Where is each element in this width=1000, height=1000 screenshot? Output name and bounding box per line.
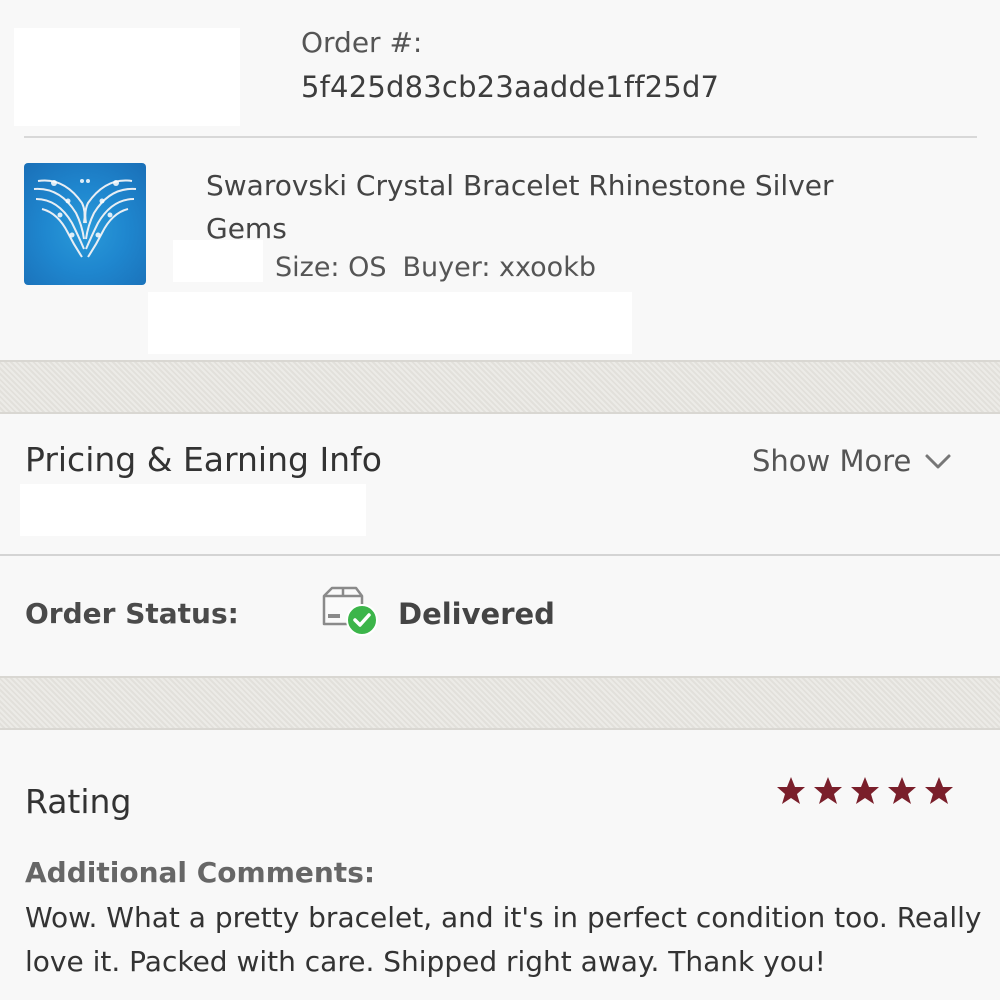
redacted-block — [20, 484, 366, 536]
redacted-block — [14, 28, 240, 126]
redacted-block — [173, 240, 263, 282]
item-thumbnail[interactable] — [24, 163, 146, 285]
order-status-label: Order Status: — [25, 597, 239, 630]
divider — [24, 136, 977, 138]
item-buyer[interactable]: Buyer: xxookb — [403, 252, 596, 283]
star-icon — [814, 777, 842, 804]
order-status-value: Delivered — [398, 597, 555, 631]
order-detail-page: Order #: 5f425d83cb23aadde1ff25d7 Swarov… — [0, 0, 1000, 1000]
show-more-label: Show More — [752, 444, 912, 478]
item-title[interactable]: Swarovski Crystal Bracelet Rhinestone Si… — [206, 164, 906, 250]
redacted-block — [148, 292, 632, 354]
star-icon — [851, 777, 879, 804]
item-meta: Size: OS Buyer: xxookb — [275, 252, 596, 283]
box-delivered-icon — [322, 586, 378, 636]
bracelet-photo — [33, 179, 137, 258]
comments-label: Additional Comments: — [25, 856, 376, 889]
rating-title: Rating — [25, 782, 132, 821]
chevron-down-icon — [925, 454, 951, 469]
comment-text: Wow. What a pretty bracelet, and it's in… — [25, 901, 982, 978]
order-number-label: Order #: — [301, 26, 423, 59]
star-icon — [777, 777, 805, 804]
order-header: Order #: 5f425d83cb23aadde1ff25d7 — [0, 0, 1000, 138]
section-separator — [0, 360, 1000, 414]
order-number-value: 5f425d83cb23aadde1ff25d7 — [301, 70, 720, 104]
star-icon — [888, 777, 916, 804]
item-size: Size: OS — [275, 252, 387, 283]
star-icon — [925, 777, 953, 804]
show-more-button[interactable]: Show More — [752, 444, 953, 478]
pricing-section-title: Pricing & Earning Info — [25, 440, 382, 479]
divider — [0, 554, 1000, 556]
section-separator — [0, 676, 1000, 730]
star-rating — [776, 776, 954, 806]
